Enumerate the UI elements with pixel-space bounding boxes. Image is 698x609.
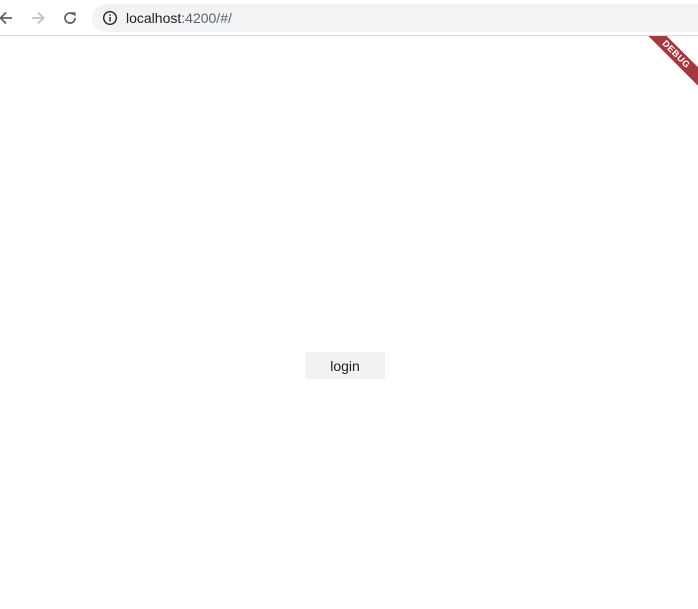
arrow-left-icon <box>0 11 12 25</box>
login-button[interactable]: login <box>305 352 385 379</box>
debug-ribbon: DEBUG <box>638 36 698 95</box>
reload-icon <box>64 12 76 24</box>
url-path: :4200/#/ <box>181 10 232 26</box>
back-button[interactable] <box>0 6 18 30</box>
info-icon[interactable] <box>102 10 118 26</box>
forward-button[interactable] <box>26 6 50 30</box>
url-text[interactable]: localhost:4200/#/ <box>126 10 232 26</box>
browser-toolbar: localhost:4200/#/ <box>0 0 698 36</box>
address-bar[interactable]: localhost:4200/#/ <box>92 4 698 32</box>
arrow-right-icon <box>32 11 45 25</box>
page-content: login DEBUG <box>0 36 698 609</box>
reload-button[interactable] <box>58 6 82 30</box>
url-host: localhost <box>126 10 182 26</box>
debug-banner: DEBUG <box>638 36 698 96</box>
